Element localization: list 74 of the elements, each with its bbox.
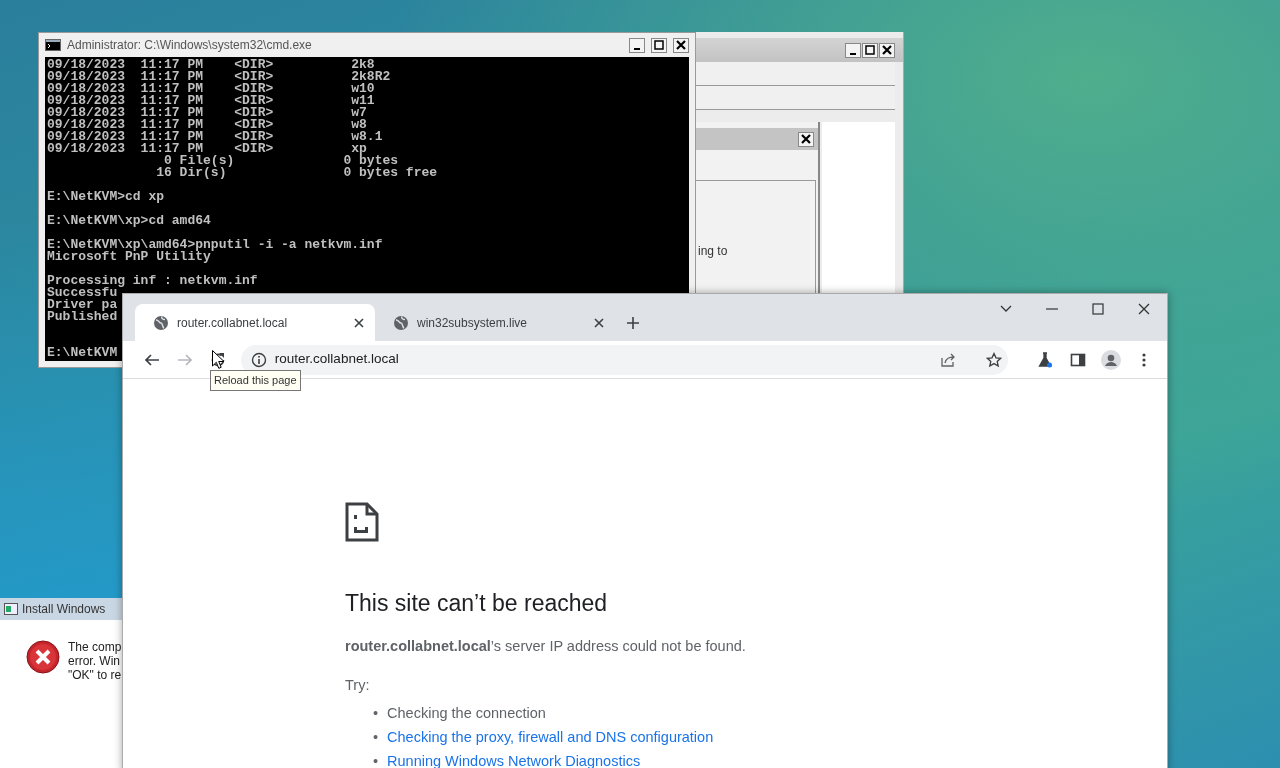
star-icon[interactable] — [986, 351, 1003, 368]
address-field[interactable]: router.collabnet.local — [274, 349, 933, 370]
maximize-button[interactable] — [862, 42, 878, 58]
globe-icon — [393, 314, 409, 331]
console-line: Successfu — [47, 287, 118, 299]
forward-icon — [176, 351, 193, 368]
console-line: Driver pa — [47, 299, 118, 311]
console-line: 09/18/2023 11:17 PM <DIR> w8 — [47, 119, 367, 131]
maximize-icon — [864, 44, 876, 56]
dialog-text: "OK" to re — [68, 668, 122, 682]
minimize-icon — [634, 48, 640, 50]
console-line: Published — [47, 311, 118, 323]
flask-icon — [1036, 351, 1053, 368]
minimize-button[interactable] — [845, 42, 861, 58]
tooltip: Reload this page — [210, 370, 301, 391]
console-line: 09/18/2023 11:17 PM <DIR> w8.1 — [47, 131, 383, 143]
window-title: Administrator: C:\Windows\system32\cmd.exe — [67, 37, 313, 54]
close-button[interactable] — [673, 37, 689, 53]
console-line: 09/18/2023 11:17 PM <DIR> 2k8R2 — [47, 71, 391, 83]
address-bar[interactable]: router.collabnet.local — [240, 344, 1009, 375]
console-line: 09/18/2023 11:17 PM <DIR> w10 — [47, 83, 375, 95]
plus-icon[interactable] — [626, 315, 640, 330]
console-line: Processing inf : netkvm.inf — [47, 275, 258, 287]
dialog-text: error. Win — [68, 654, 121, 668]
close-icon[interactable] — [593, 316, 605, 329]
window-title: Install Windows — [22, 601, 106, 618]
console-line: E:\NetKVM\xp\amd64>pnputil -i -a netkvm.inf — [47, 239, 383, 251]
suggestion-text: Checking the connection — [387, 704, 546, 724]
minimize-icon — [850, 53, 856, 55]
error-icon — [26, 640, 60, 674]
console-line: 09/18/2023 11:17 PM <DIR> 2k8 — [47, 59, 375, 71]
dialog-text: The comp — [68, 640, 122, 654]
suggestion-link[interactable]: Checking the proxy, firewall and DNS configuration — [387, 725, 714, 750]
close-button[interactable] — [798, 131, 814, 147]
error-message: router.collabnet.local’s server IP address could not be found. — [345, 636, 747, 656]
close-icon — [881, 44, 893, 56]
console-line: 09/18/2023 11:17 PM <DIR> w7 — [47, 107, 367, 119]
try-label: Try: — [345, 676, 371, 696]
info-icon[interactable] — [250, 351, 267, 368]
sad-page-icon — [345, 502, 379, 542]
maximize-icon[interactable] — [1091, 302, 1105, 316]
browser-tab[interactable]: router.collabnet.local — [135, 304, 375, 341]
share-icon[interactable] — [940, 351, 957, 368]
maximize-button[interactable] — [651, 37, 667, 53]
close-button[interactable] — [879, 42, 895, 58]
console-line: 09/18/2023 11:17 PM <DIR> w11 — [47, 95, 375, 107]
console-line: 0 File(s) 0 bytes — [164, 155, 399, 167]
back-icon — [143, 351, 160, 368]
tab-title: win32subsystem.live — [417, 314, 529, 332]
console-line: E:\NetKVM — [47, 347, 118, 359]
bullet: • — [373, 728, 379, 748]
close-icon[interactable] — [1137, 302, 1151, 316]
console-line: 09/18/2023 11:17 PM <DIR> xp — [47, 143, 367, 155]
console-line: Microsoft PnP Utility — [47, 251, 211, 263]
globe-icon — [153, 314, 169, 331]
minimize-button[interactable] — [629, 37, 645, 53]
browser-tab[interactable]: win32subsystem.live — [375, 304, 615, 341]
console-line: E:\NetKVM>cd xp — [47, 191, 165, 203]
avatar-icon — [1101, 349, 1122, 370]
side-panel-icon — [1069, 351, 1086, 368]
close-icon[interactable] — [353, 316, 365, 329]
bullet: • — [373, 704, 379, 724]
console-icon — [45, 39, 61, 51]
close-icon — [675, 39, 687, 51]
window-icon — [4, 603, 18, 615]
dialog-text: ing to — [698, 243, 728, 260]
console-line: 16 Dir(s) 0 bytes free — [155, 167, 438, 179]
menu-icon — [1142, 352, 1147, 367]
error-heading: This site can’t be reached — [345, 590, 609, 618]
tab-title: router.collabnet.local — [177, 314, 289, 332]
maximize-icon — [653, 39, 665, 51]
close-icon — [800, 133, 812, 145]
console-line: E:\NetKVM\xp>cd amd64 — [47, 215, 211, 227]
bullet: • — [373, 752, 379, 768]
